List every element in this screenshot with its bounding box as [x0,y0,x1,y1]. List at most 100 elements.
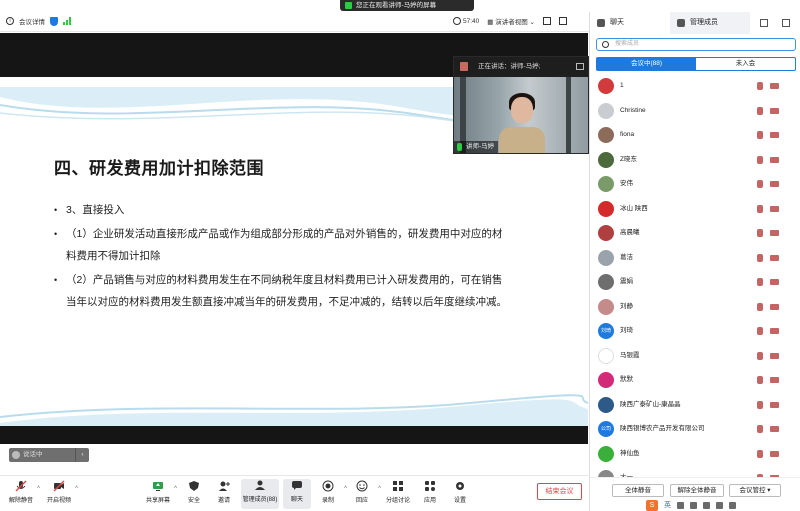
meeting-control-label: 会议管控 [739,487,766,494]
ime-logo-icon[interactable]: S [646,499,658,511]
ime-grid-icon[interactable] [729,501,736,509]
tab-chat[interactable]: 聊天 [590,12,670,34]
member-row[interactable]: Z晓东 [590,148,800,172]
camera-off-icon[interactable] [770,107,779,114]
member-row[interactable]: 默默 [590,368,800,392]
chevron-up-icon[interactable]: ^ [37,486,40,492]
member-row[interactable]: 公司 陕西银博农产品开发有限公司 [590,417,800,441]
invite-button[interactable]: 邀请 [207,480,241,504]
camera-off-icon[interactable] [770,401,779,408]
record-button[interactable]: 录制 ^ [311,480,347,504]
mic-off-icon[interactable] [757,449,763,458]
speaking-pill[interactable]: 说话中 ‹ [9,448,89,462]
member-row[interactable]: 马银霞 [590,344,800,368]
ime-language[interactable]: 英 [664,500,671,510]
segment-not-joined[interactable]: 未入会 [696,58,795,70]
collapse-icon[interactable]: ‹ [75,448,89,462]
mic-off-icon [15,480,27,492]
mic-off-icon[interactable] [757,131,763,139]
member-row[interactable]: fiona [590,123,800,147]
speaker-video-tile[interactable]: 正在讲话：讲师-马婷; 讲师-马婷 [453,56,589,154]
minimize-video-icon[interactable] [576,63,584,70]
ime-keyboard-icon[interactable] [703,501,710,509]
layout-icon[interactable] [559,17,567,25]
mic-off-icon[interactable] [757,253,763,262]
search-placeholder: 搜索成员 [615,41,640,47]
mic-off-icon[interactable] [757,327,763,335]
mute-button[interactable]: 解除静音 ^ [4,480,40,504]
camera-off-icon[interactable] [770,181,779,187]
mic-off-icon[interactable] [757,229,763,237]
timer-text: 57:40 [463,17,480,25]
members-label: 管理成员(88) [242,497,278,503]
bullet-text: （1）企业研发活动直接形成产品或作为组成部分形成的产品对外销售的，研发费用中对应… [66,228,503,240]
member-row[interactable]: 冰山 陕西 [590,197,800,221]
meeting-control-button[interactable]: 会议管控 ▾ [729,484,781,497]
segment-in-meeting[interactable]: 会议中(88) [597,58,696,70]
camera-off-icon[interactable] [770,303,779,310]
mic-off-icon[interactable] [757,82,763,90]
camera-off-icon[interactable] [770,328,779,334]
member-row[interactable]: 神仙鱼 [590,442,800,466]
member-row[interactable]: 1 [590,74,800,98]
camera-off-icon[interactable] [770,279,779,285]
member-row[interactable]: 刘静 [590,295,800,319]
mic-off-icon[interactable] [757,400,763,409]
end-meeting-button[interactable]: 结束会议 [537,483,582,500]
mic-off-icon[interactable] [757,376,763,384]
breakout-button[interactable]: 分组讨论 [381,480,415,504]
camera-off-icon[interactable] [770,426,779,432]
camera-off-icon[interactable] [770,230,779,236]
unmute-all-button[interactable]: 解除全体静音 [670,484,724,497]
camera-off-icon[interactable] [770,83,779,89]
member-row[interactable]: 大一 [590,466,800,477]
mic-off-icon[interactable] [757,278,763,286]
camera-off-icon[interactable] [770,377,779,383]
close-panel-icon[interactable] [782,19,790,27]
member-row[interactable]: 刘琦 刘琦 [590,319,800,343]
camera-off-icon[interactable] [770,205,779,212]
ime-punct-icon[interactable] [677,501,684,509]
popout-icon[interactable] [760,19,768,27]
mute-all-button[interactable]: 全体静音 [612,484,664,497]
mic-off-icon[interactable] [757,302,763,311]
shield-icon [189,481,199,491]
camera-off-icon[interactable] [770,254,779,261]
chevron-up-icon[interactable]: ^ [75,486,78,492]
meeting-info-button[interactable]: 会议详情 [19,16,45,26]
member-row[interactable]: 陕西广泰矿山-康晶晶 [590,393,800,417]
fullscreen-icon[interactable] [543,17,551,25]
react-button[interactable]: 回应 ^ [345,480,381,504]
camera-off-icon[interactable] [770,132,779,138]
member-search-input[interactable]: 搜索成员 [596,38,796,51]
security-button[interactable]: 安全 [177,480,211,504]
camera-off-icon[interactable] [770,352,779,359]
mic-off-icon[interactable] [757,155,763,164]
mic-active-icon [457,143,462,151]
mic-off-icon[interactable] [757,351,763,360]
member-row[interactable]: 高晨曦 [590,221,800,245]
view-mode-button[interactable]: ▦ 演讲者视图 ⌄ [487,16,535,26]
settings-button[interactable]: 设置 [443,480,477,504]
mic-off-icon[interactable] [757,106,763,115]
member-row[interactable]: 安伟 [590,172,800,196]
camera-off-icon[interactable] [770,156,779,163]
mic-off-icon[interactable] [757,204,763,213]
apps-button[interactable]: 应用 [413,480,447,504]
camera-off-icon[interactable] [770,450,779,457]
chat-button[interactable]: 聊天 [283,479,311,509]
signal-icon[interactable] [63,17,71,25]
shield-icon[interactable] [50,16,58,26]
ime-mic-icon[interactable] [690,501,697,509]
mic-off-icon[interactable] [757,425,763,433]
manage-members-button[interactable]: 管理成员(88) [241,479,279,509]
video-button[interactable]: 开启视频 ^ [42,480,78,504]
tab-members[interactable]: 管理成员 [670,12,750,34]
member-name: 马银霞 [620,351,640,359]
share-screen-button[interactable]: 共享屏幕 ^ [141,480,177,504]
mic-off-icon[interactable] [757,180,763,188]
member-row[interactable]: 葛洁 [590,246,800,270]
member-row[interactable]: Christine [590,99,800,123]
ime-shirt-icon[interactable] [716,501,723,509]
member-row[interactable]: 震娟 [590,270,800,294]
